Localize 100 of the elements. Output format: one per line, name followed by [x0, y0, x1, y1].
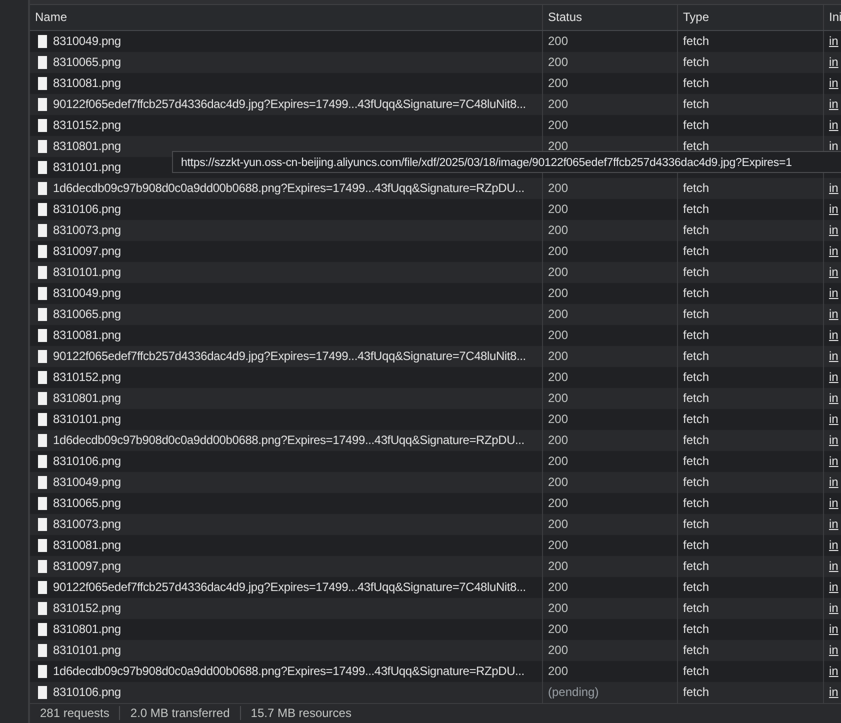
initiator-link[interactable]: in — [829, 664, 838, 678]
file-name: 8310073.png — [53, 517, 121, 532]
type-text: fetch — [683, 664, 710, 678]
initiator-link[interactable]: in — [829, 580, 838, 594]
file-name: 8310152.png — [53, 601, 121, 616]
file-name: 8310101.png — [53, 160, 121, 174]
status-text: 200 — [548, 349, 568, 364]
initiator-link[interactable]: in — [829, 559, 838, 574]
file-name: 8310097.png — [53, 244, 121, 258]
request-row[interactable]: 8310101.png 200 fetch in — [30, 408, 841, 430]
request-row[interactable]: 8310152.png 200 fetch in — [30, 366, 841, 388]
request-row[interactable]: 8310801.png 200 fetch in — [30, 618, 841, 640]
request-row[interactable]: 8310152.png 200 fetch in — [30, 114, 841, 136]
file-icon — [38, 580, 47, 594]
file-icon — [38, 244, 47, 258]
initiator-link[interactable]: in — [829, 328, 838, 342]
file-name: 1d6decdb09c97b908d0c0a9dd00b0688.png?Expires=17499...43fUqq&Signature=RZpDU... — [53, 664, 524, 678]
file-name: 8310801.png — [53, 622, 121, 636]
initiator-link[interactable]: in — [829, 97, 838, 112]
request-row[interactable]: 8310106.png 200 fetch in — [30, 198, 841, 220]
type-text: fetch — [683, 370, 710, 384]
initiator-link[interactable]: in — [829, 391, 838, 406]
request-row[interactable]: 8310065.png 200 fetch in — [30, 492, 841, 514]
initiator-link[interactable]: in — [829, 349, 838, 364]
initiator-link[interactable]: in — [829, 370, 838, 384]
initiator-link[interactable]: in — [829, 643, 838, 658]
column-header[interactable]: Type — [677, 4, 823, 30]
initiator-link[interactable]: in — [829, 286, 838, 300]
initiator-link[interactable]: in — [829, 223, 838, 238]
file-name: 90122f065edef7ffcb257d4336dac4d9.jpg?Expires=17499...43fUqq&Signature=7C48luNit8... — [53, 580, 526, 594]
initiator-link[interactable]: in — [829, 181, 838, 196]
request-row[interactable]: 8310049.png 200 fetch in — [30, 30, 841, 52]
status-text: 200 — [548, 580, 568, 594]
request-row[interactable]: 8310081.png 200 fetch in — [30, 72, 841, 94]
status-text: 200 — [548, 391, 568, 406]
file-name: 90122f065edef7ffcb257d4336dac4d9.jpg?Expires=17499...43fUqq&Signature=7C48luNit8... — [53, 349, 526, 364]
status-text: 200 — [548, 601, 568, 616]
type-text: fetch — [683, 454, 710, 468]
status-text: 200 — [548, 496, 568, 510]
initiator-link[interactable]: in — [829, 517, 838, 532]
initiator-link[interactable]: in — [829, 265, 838, 280]
file-name: 8310081.png — [53, 538, 121, 552]
initiator-link[interactable]: in — [829, 685, 838, 700]
column-header[interactable]: Name — [30, 4, 542, 30]
initiator-link[interactable]: in — [829, 34, 838, 48]
request-row[interactable]: 8310097.png 200 fetch in — [30, 240, 841, 262]
initiator-link[interactable]: in — [829, 307, 838, 322]
initiator-link[interactable]: in — [829, 139, 838, 154]
initiator-link[interactable]: in — [829, 601, 838, 616]
initiator-link[interactable]: in — [829, 55, 838, 70]
type-text: fetch — [683, 34, 710, 48]
file-icon — [38, 224, 47, 237]
type-text: fetch — [683, 601, 710, 616]
column-header[interactable]: Status — [542, 4, 677, 30]
type-text: fetch — [683, 391, 710, 406]
initiator-link[interactable]: in — [829, 454, 838, 468]
request-row[interactable]: 1d6decdb09c97b908d0c0a9dd00b0688.png?Expires=17499...43fUqq&Signature=RZpDU... 200 fetch in — [30, 660, 841, 682]
request-row[interactable]: 90122f065edef7ffcb257d4336dac4d9.jpg?Expires=17499...43fUqq&Signature=7C48luNit8... 200 fetch in — [30, 576, 841, 598]
status-text: 200 — [548, 664, 568, 678]
status-text: 200 — [548, 475, 568, 490]
initiator-link[interactable]: in — [829, 118, 838, 132]
file-name: 90122f065edef7ffcb257d4336dac4d9.jpg?Expires=17499...43fUqq&Signature=7C48luNit8... — [53, 97, 526, 112]
status-text: 281 requests — [30, 706, 120, 720]
status-text: 2.0 MB transferred — [120, 706, 241, 720]
file-icon — [38, 160, 47, 174]
file-icon — [38, 286, 47, 300]
type-text: fetch — [683, 517, 710, 532]
file-icon — [38, 622, 47, 636]
initiator-link[interactable]: in — [829, 433, 838, 448]
request-row[interactable]: 8310106.png 200 fetch in — [30, 450, 841, 472]
status-text: 200 — [548, 202, 568, 216]
type-text: fetch — [683, 118, 710, 132]
type-text: fetch — [683, 76, 710, 90]
type-text: fetch — [683, 643, 710, 658]
initiator-link[interactable]: in — [829, 244, 838, 258]
file-name: 8310152.png — [53, 370, 121, 384]
file-icon — [38, 476, 47, 489]
initiator-link[interactable]: in — [829, 76, 838, 90]
initiator-link[interactable]: in — [829, 538, 838, 552]
initiator-link[interactable]: in — [829, 622, 838, 636]
file-name: 1d6decdb09c97b908d0c0a9dd00b0688.png?Expires=17499...43fUqq&Signature=RZpDU... — [53, 433, 524, 448]
file-name: 8310081.png — [53, 328, 121, 342]
initiator-link[interactable]: in — [829, 496, 838, 510]
file-name: 8310065.png — [53, 55, 121, 70]
type-text: fetch — [683, 181, 710, 196]
status-text: 200 — [548, 328, 568, 342]
file-icon — [38, 434, 47, 447]
request-row[interactable]: 8310081.png 200 fetch in — [30, 534, 841, 556]
type-text: fetch — [683, 580, 710, 594]
status-text: 200 — [548, 244, 568, 258]
file-name: 8310049.png — [53, 475, 121, 490]
type-text: fetch — [683, 685, 710, 700]
file-name: 8310065.png — [53, 307, 121, 322]
initiator-link[interactable]: in — [829, 202, 838, 216]
request-row[interactable]: 8310081.png 200 fetch in — [30, 324, 841, 346]
request-row[interactable]: 8310049.png 200 fetch in — [30, 282, 841, 304]
initiator-link[interactable]: in — [829, 412, 838, 426]
file-name: 8310101.png — [53, 412, 121, 426]
column-header[interactable]: Ini — [823, 4, 841, 30]
initiator-link[interactable]: in — [829, 475, 838, 490]
